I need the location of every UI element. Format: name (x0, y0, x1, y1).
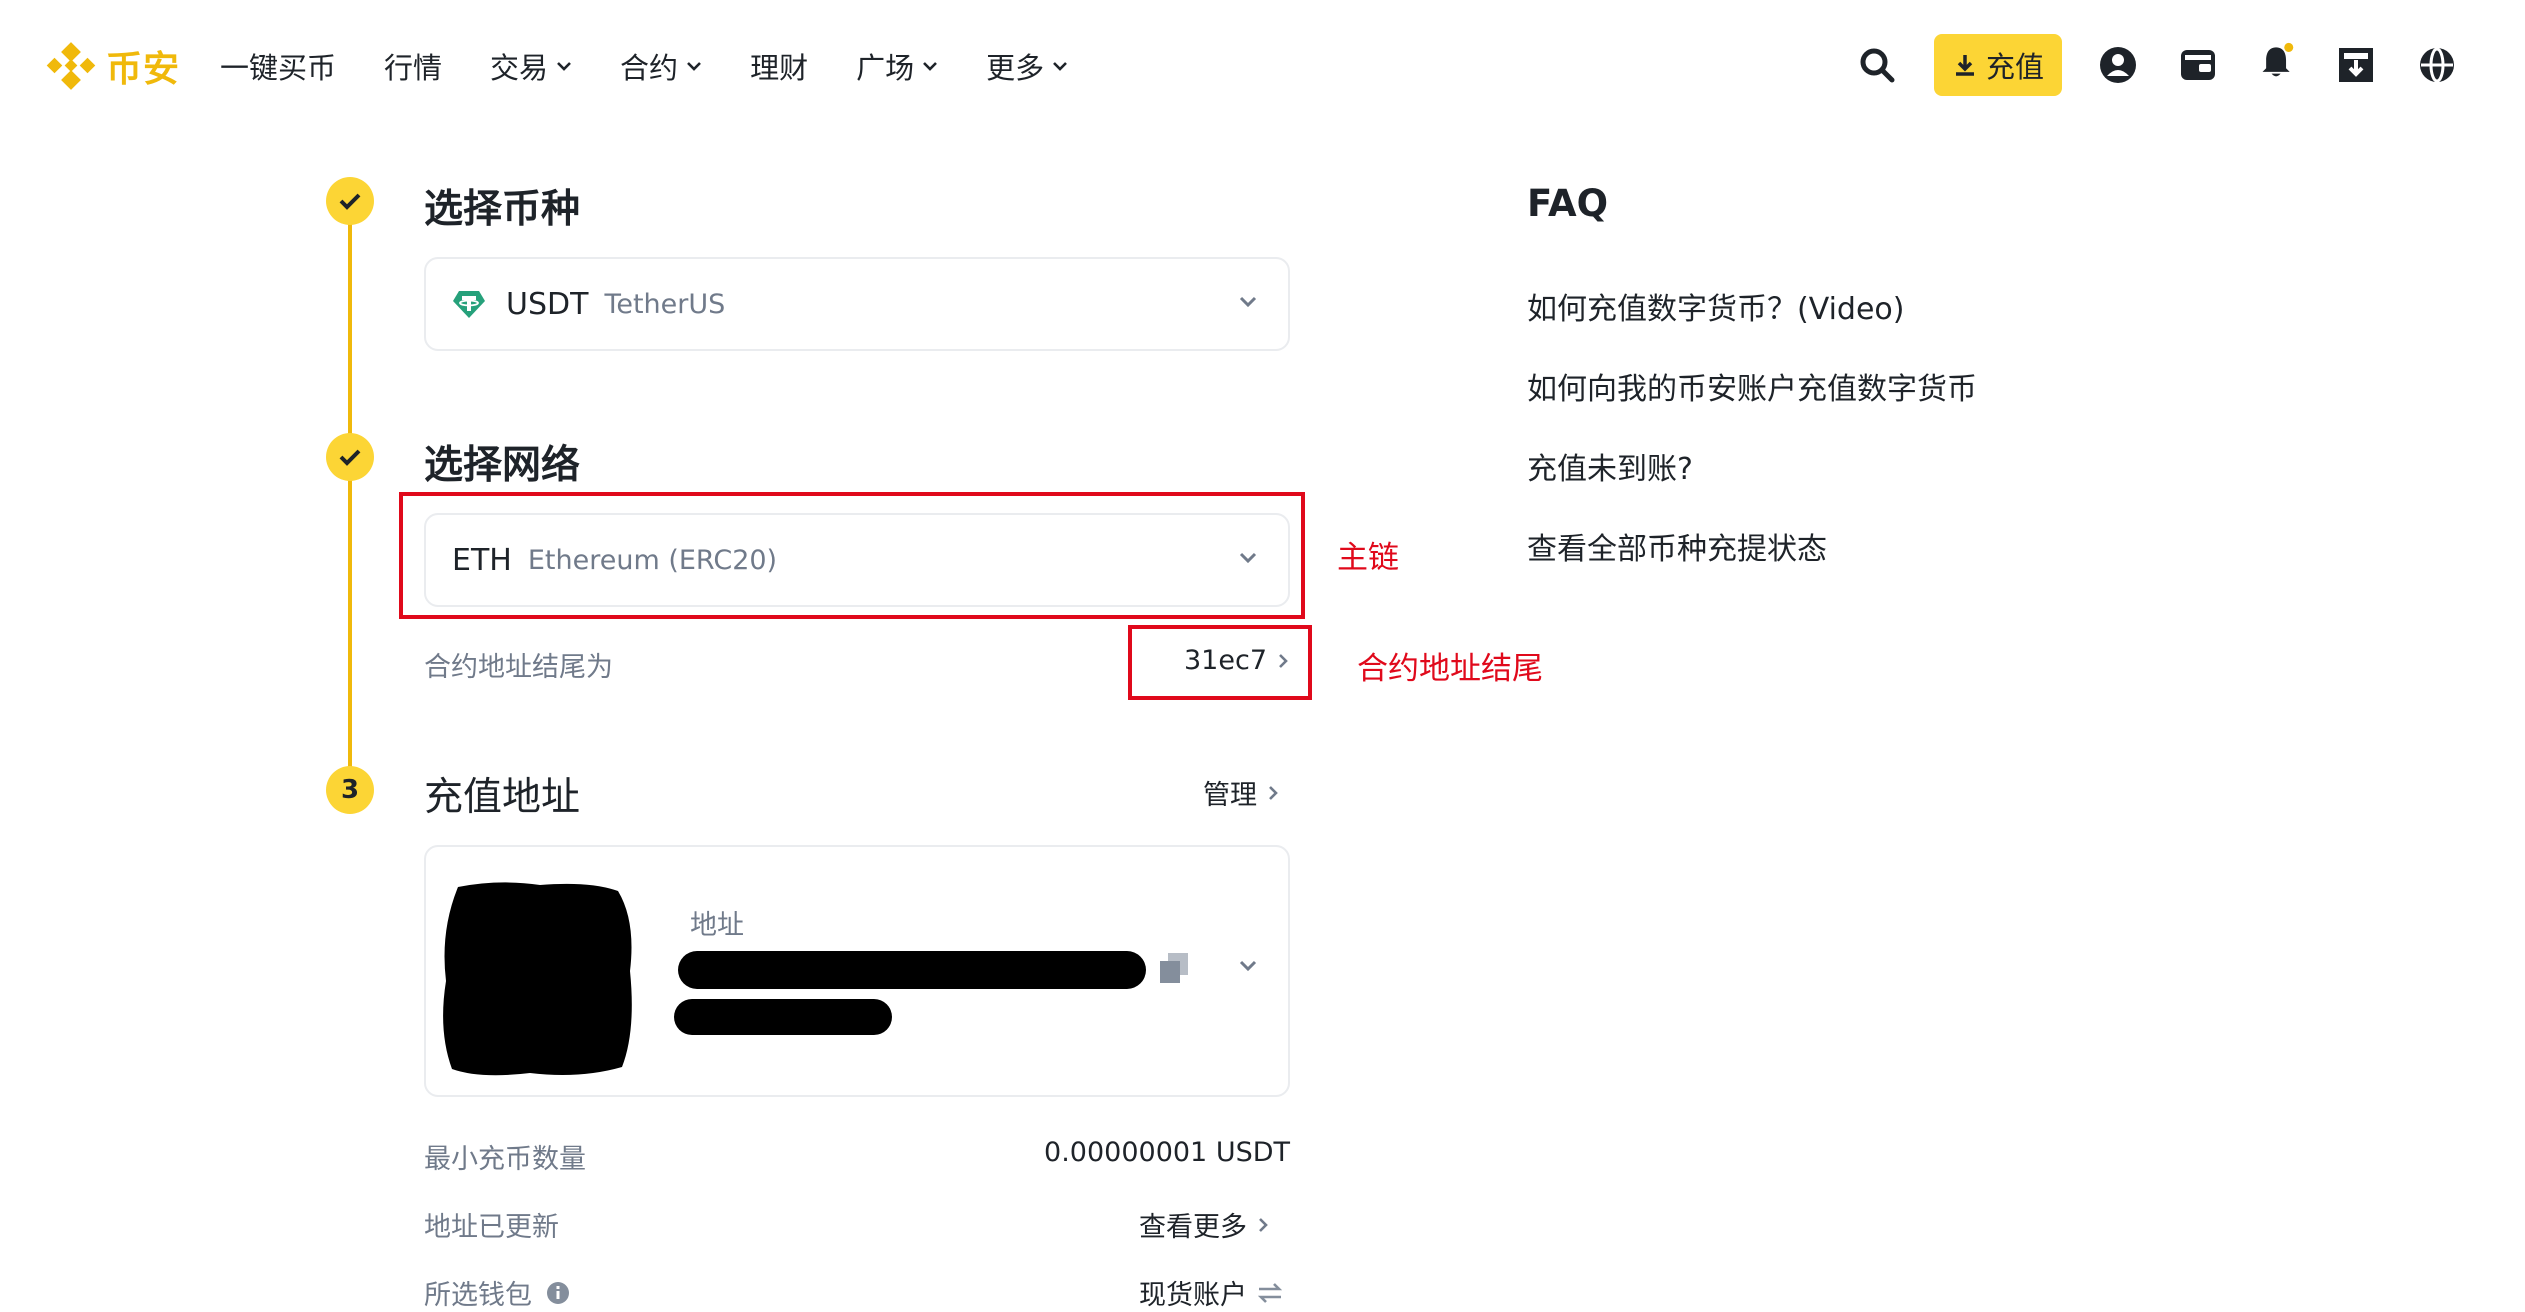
chevron-right-icon (1269, 785, 1278, 800)
selected-wallet-value: 现货账户 (1139, 1280, 1247, 1311)
contract-address-value: 31ec7 (1184, 645, 1267, 676)
manage-addresses-link[interactable]: 管理 (1203, 773, 1279, 812)
deposit-button[interactable]: 充值 (1934, 34, 2062, 96)
binance-logo-icon (46, 42, 96, 90)
nav-futures[interactable]: 合约 (620, 45, 702, 87)
chevron-down-icon (1053, 62, 1068, 71)
steps-timeline (348, 200, 352, 790)
download-icon (1955, 55, 1974, 76)
coin-symbol: USDT (506, 286, 589, 322)
nav-label: 一键买币 (220, 51, 337, 85)
view-more-link[interactable]: 查看更多 (1139, 1205, 1269, 1244)
coin-name: TetherUS (604, 288, 726, 320)
redacted-qr-code (443, 882, 632, 1076)
nav-label: 更多 (986, 51, 1045, 85)
nav-label: 合约 (620, 51, 679, 85)
nav-buy-crypto[interactable]: 一键买币 (220, 45, 336, 87)
chevron-down-icon (923, 62, 938, 71)
download-app-icon[interactable] (2337, 46, 2375, 84)
manage-label: 管理 (1203, 780, 1257, 811)
top-navigation-bar: 币安 一键买币 行情 交易 合约 理财 广场 更多 充值 (0, 0, 2525, 130)
chevron-down-icon (1239, 296, 1257, 308)
nav-more[interactable]: 更多 (986, 45, 1068, 87)
contract-address-label: 合约地址结尾为 (424, 652, 613, 683)
chevron-down-icon (557, 62, 571, 71)
step-title-select-network: 选择网络 (424, 443, 581, 488)
chevron-right-icon (1259, 1217, 1268, 1232)
step-number: 3 (340, 775, 360, 805)
min-deposit-label: 最小充币数量 (424, 1144, 586, 1175)
network-name: Ethereum (ERC20) (527, 544, 778, 576)
redacted-address-line-1 (678, 951, 1146, 989)
faq-link-how-to-deposit[interactable]: 如何向我的币安账户充值数字货币 (1527, 364, 1977, 408)
chevron-down-icon (687, 62, 701, 71)
nav-square[interactable]: 广场 (856, 45, 938, 87)
check-icon (339, 449, 361, 466)
redacted-address-line-2 (674, 999, 892, 1035)
main-nav: 一键买币 行情 交易 合约 理财 广场 更多 (220, 40, 1116, 92)
binance-logo[interactable]: 币安 (46, 40, 180, 92)
annotation-main-chain: 主链 (1337, 540, 1399, 576)
address-updated-label: 地址已更新 (424, 1212, 559, 1243)
step-title-select-coin: 选择币种 (424, 187, 581, 232)
faq-title: FAQ (1527, 182, 1609, 225)
step-number-indicator: 3 (326, 766, 374, 814)
annotation-contract-end: 合约地址结尾 (1357, 651, 1543, 687)
faq-link-video[interactable]: 如何充值数字货币？(Video) (1527, 284, 1904, 328)
copy-icon[interactable] (1158, 951, 1190, 985)
deposit-address-card: 地址 (424, 845, 1290, 1097)
address-label: 地址 (690, 910, 744, 941)
logo-text: 币安 (106, 49, 181, 90)
chevron-right-icon (1279, 653, 1288, 668)
nav-label: 理财 (750, 51, 809, 85)
switch-arrows-icon (1257, 1282, 1283, 1303)
selected-wallet-label-row: 所选钱包 (424, 1273, 570, 1312)
nav-earn[interactable]: 理财 (750, 45, 808, 87)
faq-link-not-credited[interactable]: 充值未到账? (1527, 444, 1693, 488)
wallet-icon[interactable] (2179, 46, 2217, 84)
chevron-down-icon (1239, 552, 1257, 564)
notification-bell-icon[interactable] (2258, 42, 2296, 80)
contract-address-link[interactable]: 31ec7 (1184, 645, 1289, 676)
min-deposit-value: 0.00000001 USDT (1044, 1137, 1290, 1168)
nav-label: 交易 (490, 51, 549, 85)
selected-wallet-label: 所选钱包 (424, 1280, 532, 1311)
selected-wallet-switch[interactable]: 现货账户 (1139, 1273, 1283, 1312)
coin-select[interactable]: USDT TetherUS (424, 257, 1290, 351)
info-icon[interactable] (546, 1281, 570, 1305)
tether-logo-icon (453, 291, 485, 318)
nav-label: 行情 (384, 51, 443, 85)
network-symbol: ETH (452, 542, 512, 578)
nav-markets[interactable]: 行情 (384, 45, 442, 87)
nav-trade[interactable]: 交易 (490, 45, 572, 87)
faq-link-status[interactable]: 查看全部币种充提状态 (1527, 524, 1827, 568)
view-more-label: 查看更多 (1139, 1212, 1247, 1243)
nav-label: 广场 (856, 51, 915, 85)
check-icon (339, 193, 361, 210)
step-title-deposit-address: 充值地址 (424, 775, 581, 820)
step-complete-indicator (326, 433, 374, 481)
globe-language-icon[interactable] (2418, 46, 2456, 84)
chevron-down-icon[interactable] (1238, 959, 1258, 973)
step-complete-indicator (326, 177, 374, 225)
network-select[interactable]: ETH Ethereum (ERC20) (424, 513, 1290, 607)
search-icon[interactable] (1858, 46, 1896, 84)
deposit-button-label: 充值 (1985, 50, 2044, 84)
user-account-icon[interactable] (2099, 46, 2137, 84)
